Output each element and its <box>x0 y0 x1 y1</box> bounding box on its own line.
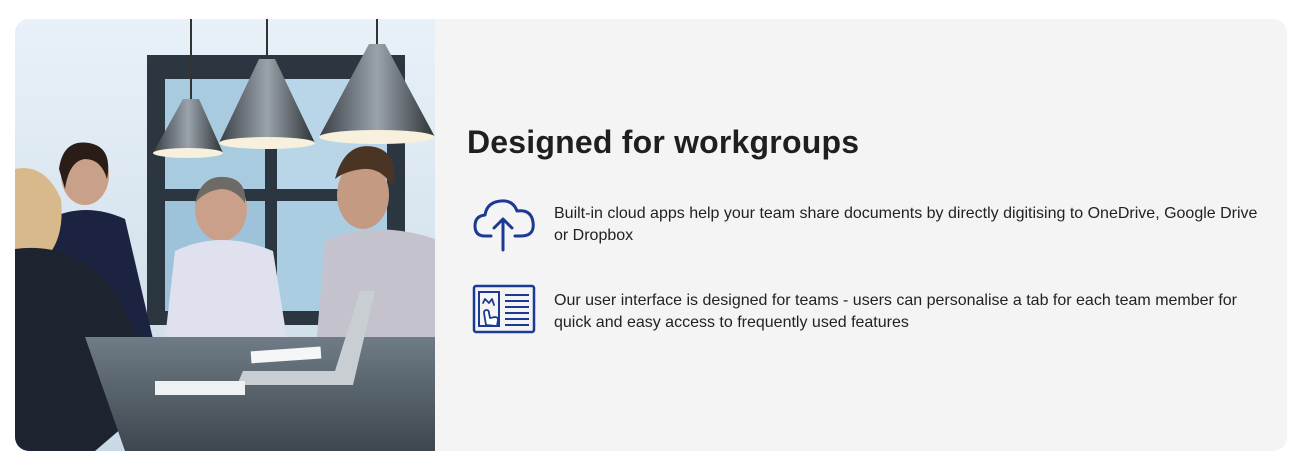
feature-cloud-apps-text: Built-in cloud apps help your team share… <box>554 205 1258 244</box>
team-meeting-photo <box>15 19 435 451</box>
section-title: Designed for workgroups <box>467 124 860 160</box>
content-panel: Designed for workgroups Built-in cloud a… <box>467 19 1267 451</box>
touch-interface-icon <box>471 281 539 341</box>
cloud-upload-icon <box>471 194 539 254</box>
feature-cloud-apps: Built-in cloud apps help your team share… <box>471 194 1271 254</box>
feature-user-interface: Our user interface is designed for teams… <box>471 281 1271 341</box>
feature-user-interface-text: Our user interface is designed for teams… <box>554 292 1237 331</box>
workgroups-card: Designed for workgroups Built-in cloud a… <box>15 19 1287 451</box>
